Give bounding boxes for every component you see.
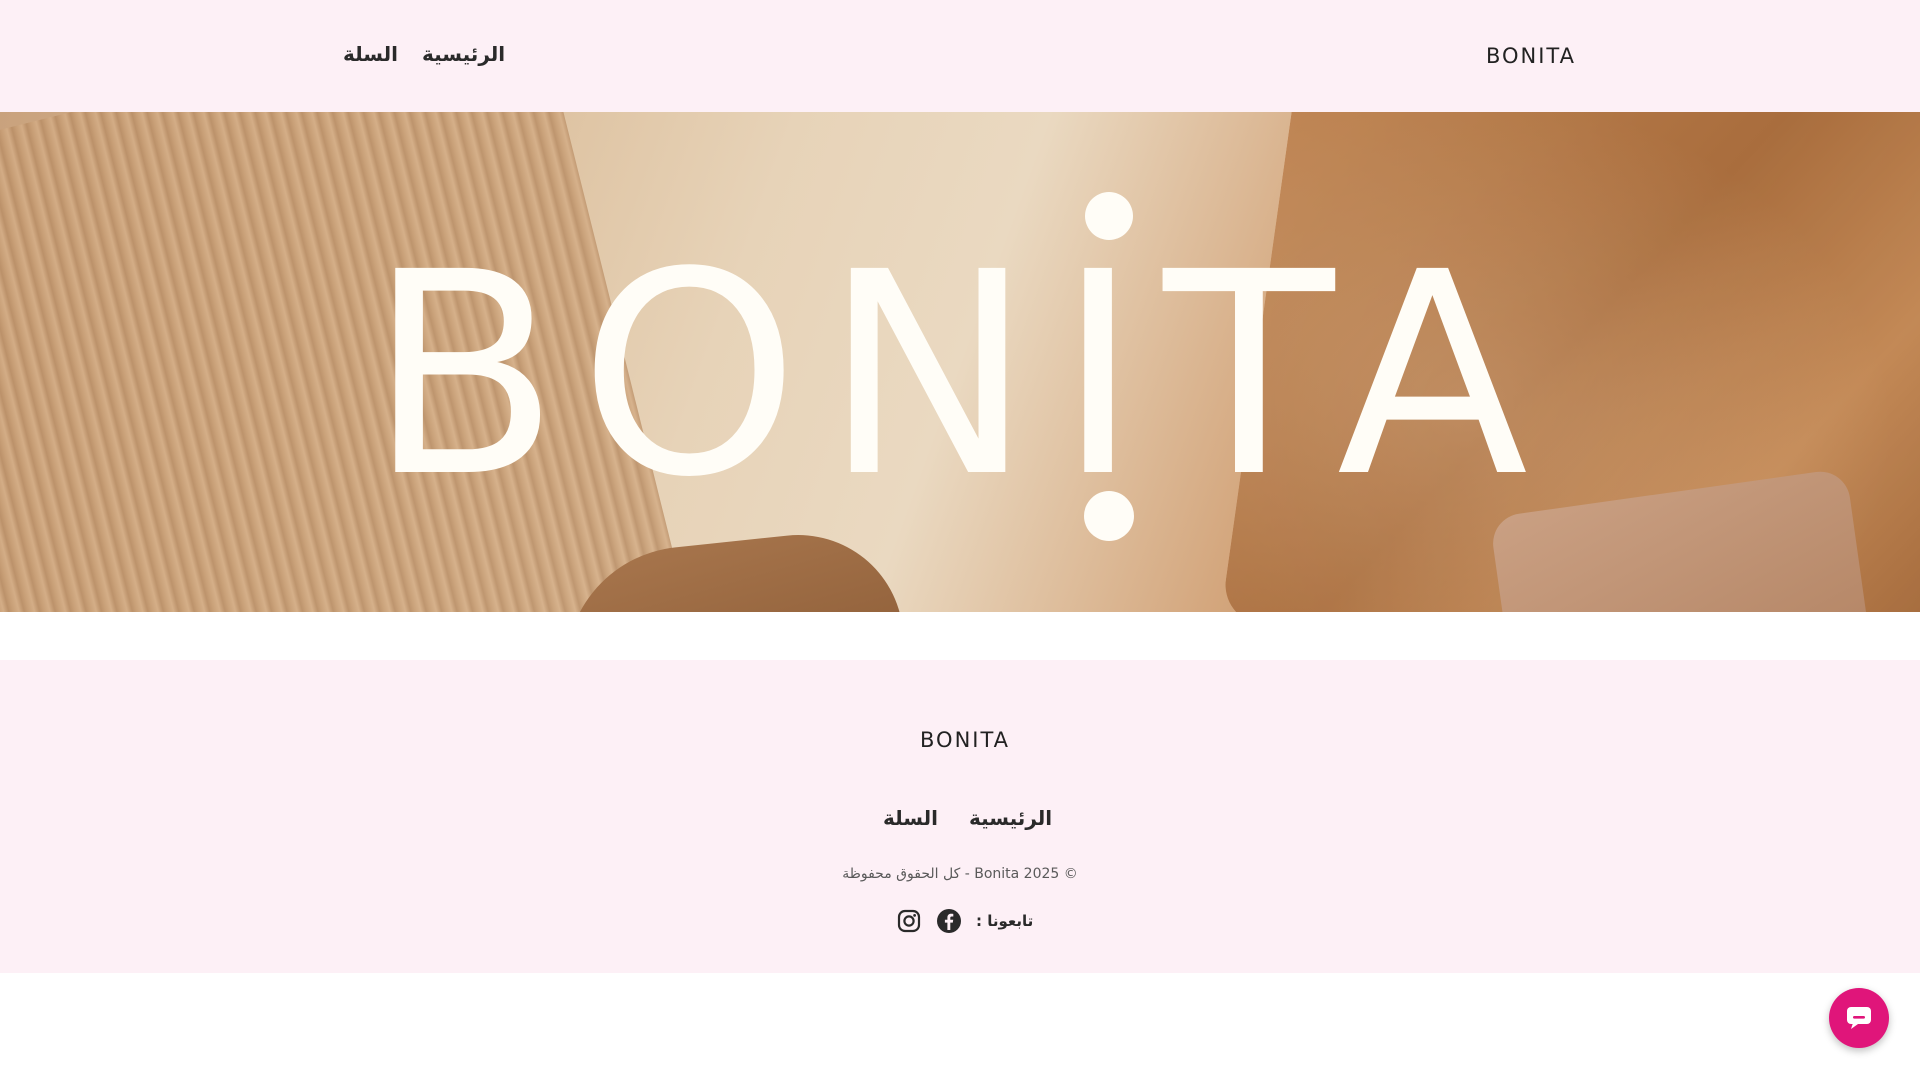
hero-banner: BONITA [0,112,1920,612]
nav-home-link[interactable]: الرئيسية [422,42,505,66]
footer-logo[interactable]: BONITA [920,730,1010,751]
footer-nav-cart-link[interactable]: السلة [883,806,938,830]
footer-nav-home-link[interactable]: الرئيسية [969,806,1052,830]
copyright-text: © Bonita 2025 - كل الحقوق محفوظة [842,866,1078,882]
hero-logo-dot-top [1085,192,1133,240]
chat-bubble-icon [1847,1007,1871,1029]
chat-widget-button[interactable] [1829,988,1889,1048]
facebook-icon[interactable] [936,908,962,934]
instagram-icon[interactable] [896,908,922,934]
hero-logo: BONITA [0,112,1920,612]
site-footer: BONITA الرئيسية السلة © Bonita 2025 - كل… [0,660,1920,973]
hero-logo-dot-bottom [1084,491,1134,541]
site-header: BONITA الرئيسية السلة [0,0,1920,112]
header-logo[interactable]: BONITA [1486,46,1576,67]
nav-cart-link[interactable]: السلة [343,42,398,66]
hero-logo-text: BONITA [368,213,1552,539]
follow-us-label: تابعونا : [976,912,1034,930]
